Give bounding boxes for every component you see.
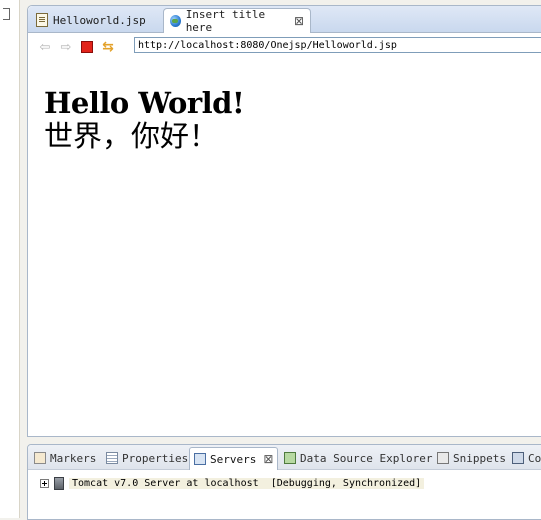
tab-label: Markers xyxy=(50,451,97,465)
tab-data-source-explorer[interactable]: Data Source Explorer xyxy=(284,448,432,468)
tab-console[interactable]: Co xyxy=(512,448,541,468)
globe-icon xyxy=(170,15,181,27)
close-icon[interactable]: ⊠ xyxy=(263,453,273,465)
back-arrow-icon[interactable]: ⇦ xyxy=(36,38,54,56)
tab-helloworld-jsp[interactable]: Helloworld.jsp xyxy=(30,8,162,32)
tab-label: Snippets xyxy=(453,451,506,465)
server-name: Tomcat v7.0 Server at localhost xyxy=(72,477,259,489)
editor-tab-bar: Helloworld.jsp Insert title here ⊠ xyxy=(28,6,541,34)
bottom-panel: Markers Properties Servers ⊠ Data Source… xyxy=(27,444,541,520)
properties-icon xyxy=(106,452,118,464)
tab-markers[interactable]: Markers xyxy=(34,448,96,468)
server-entry: Tomcat v7.0 Server at localhost [Debuggi… xyxy=(69,477,425,489)
stop-button[interactable] xyxy=(78,38,96,56)
tab-label: Data Source Explorer xyxy=(300,451,433,465)
tab-label: Helloworld.jsp xyxy=(53,13,146,27)
forward-arrow-icon[interactable]: ⇨ xyxy=(57,38,75,56)
web-page-content: Hello World! 世界，你好！ xyxy=(44,86,245,153)
stop-icon xyxy=(81,41,93,53)
server-list-item[interactable]: Tomcat v7.0 Server at localhost [Debuggi… xyxy=(40,475,425,491)
expand-icon[interactable] xyxy=(40,478,49,488)
console-icon xyxy=(512,452,524,464)
editor-area: Helloworld.jsp Insert title here ⊠ ⇦ ⇨ ⇆… xyxy=(27,5,541,437)
tab-label: Insert title here xyxy=(185,8,266,34)
chinese-greeting: 世界，你好！ xyxy=(44,119,219,153)
close-icon[interactable]: ⊠ xyxy=(294,15,304,27)
servers-icon xyxy=(194,453,206,465)
url-input[interactable]: http://localhost:8080/Onejsp/Helloworld.… xyxy=(134,37,541,53)
page-heading: Hello World! xyxy=(44,86,245,120)
tab-label: Servers xyxy=(210,452,257,466)
tab-properties[interactable]: Properties xyxy=(106,448,188,468)
project-explorer-edge xyxy=(0,0,20,518)
data-source-icon xyxy=(284,452,296,464)
server-status: [Debugging, Synchronized] xyxy=(270,477,422,489)
snippets-icon xyxy=(437,452,449,464)
tab-snippets[interactable]: Snippets xyxy=(437,448,506,468)
refresh-button[interactable]: ⇆ xyxy=(99,38,117,56)
server-icon xyxy=(54,476,64,490)
tab-label: Properties xyxy=(122,451,189,465)
tab-insert-title-here[interactable]: Insert title here ⊠ xyxy=(163,8,311,34)
tree-bracket-fragment xyxy=(3,8,10,20)
panel-tab-bar: Markers Properties Servers ⊠ Data Source… xyxy=(28,445,541,470)
refresh-icon: ⇆ xyxy=(102,39,114,55)
tab-label: Co xyxy=(528,451,541,465)
browser-toolbar: ⇦ ⇨ ⇆ http://localhost:8080/Onejsp/Hello… xyxy=(28,34,541,60)
jsp-file-icon xyxy=(36,13,48,27)
markers-icon xyxy=(34,452,46,464)
tab-servers[interactable]: Servers ⊠ xyxy=(189,447,279,470)
